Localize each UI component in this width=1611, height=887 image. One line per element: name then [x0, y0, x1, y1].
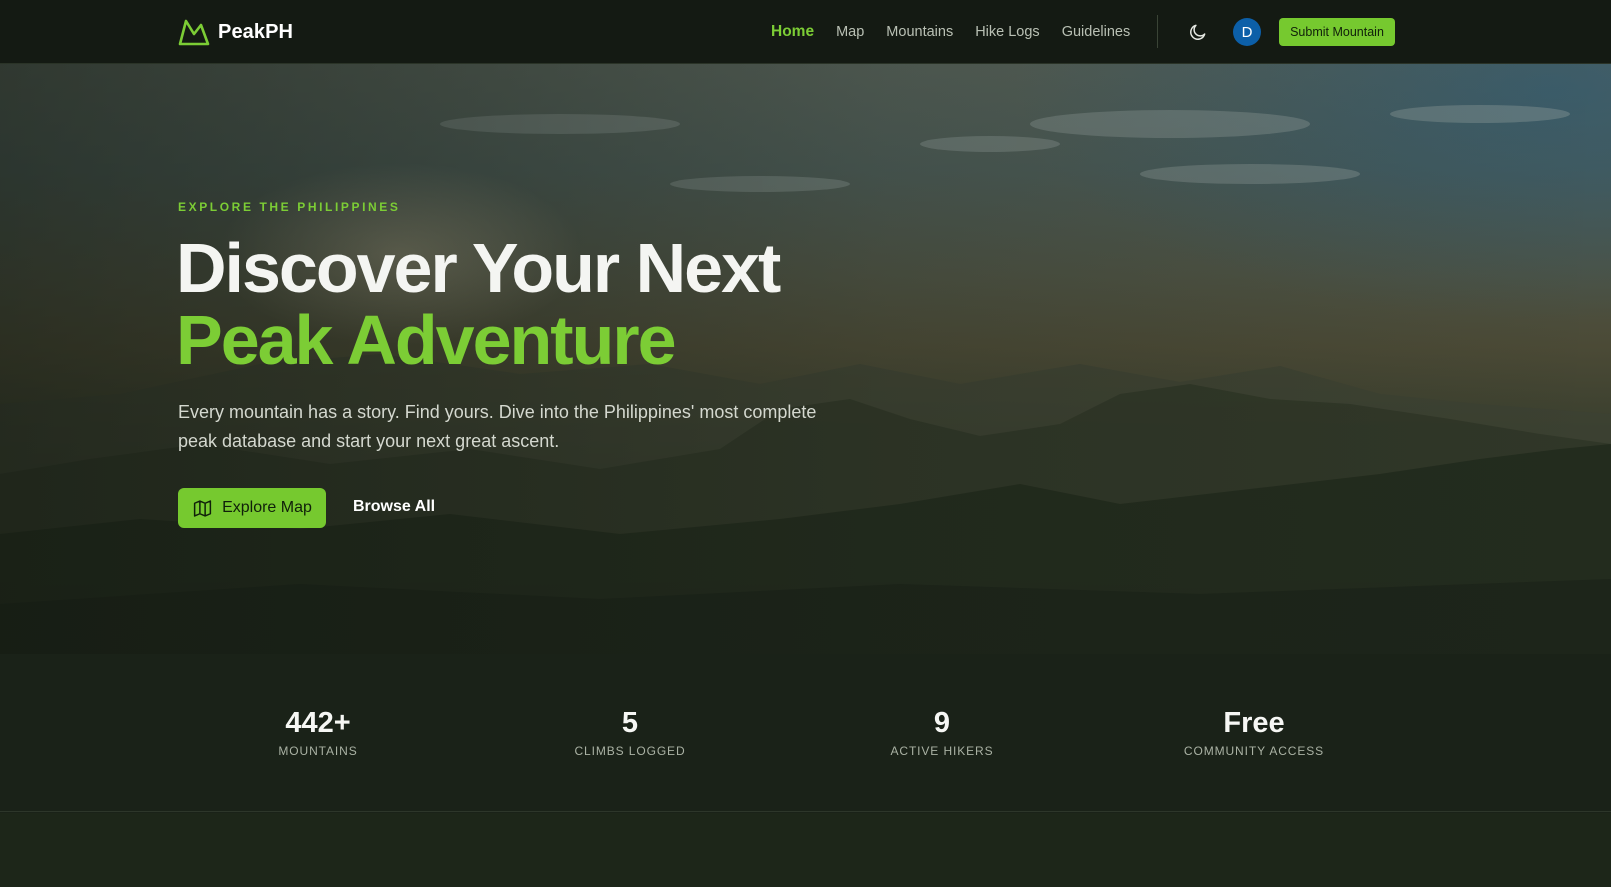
hero-subtitle: Every mountain has a story. Find yours. …: [178, 402, 817, 451]
hero-headline-line2: Peak Adventure: [176, 301, 677, 379]
brand-name: PeakPH: [218, 20, 294, 43]
user-avatar[interactable]: D: [1233, 18, 1261, 46]
moon-icon: [1190, 24, 1206, 40]
hero-headline-line1: Discover Your Next: [176, 229, 781, 307]
hero-eyebrow: EXPLORE THE PHILIPPINES: [178, 200, 401, 214]
hero-headline: Discover Your Next Peak Adventure: [176, 229, 781, 379]
browse-all-button[interactable]: Browse All: [353, 498, 435, 516]
stat-label: ACTIVE HIKERS: [890, 744, 994, 758]
nav-item-guidelines[interactable]: Guidelines: [1051, 24, 1142, 40]
nav-item-mountains[interactable]: Mountains: [875, 24, 964, 40]
stats-section: 442+ MOUNTAINS 5 CLIMBS LOGGED 9 ACTIVE …: [0, 654, 1611, 812]
stat-active-hikers: 9 ACTIVE HIKERS: [812, 706, 1072, 758]
explore-map-label: Explore Map: [222, 499, 312, 516]
stat-label: CLIMBS LOGGED: [574, 744, 686, 758]
nav-item-home[interactable]: Home: [760, 23, 825, 41]
nav-divider: [1157, 15, 1158, 48]
stat-label: MOUNTAINS: [278, 744, 358, 758]
next-section: [0, 813, 1611, 887]
main-nav: Home Map Mountains Hike Logs Guidelines: [760, 18, 1141, 46]
submit-mountain-button[interactable]: Submit Mountain: [1279, 18, 1395, 46]
top-navbar: PeakPH Home Map Mountains Hike Logs Guid…: [0, 0, 1611, 64]
stat-climbs-logged: 5 CLIMBS LOGGED: [500, 706, 760, 758]
mountain-icon: [178, 19, 210, 46]
stat-value: 9: [933, 707, 951, 739]
stat-value: 442+: [285, 707, 351, 739]
page: PeakPH Home Map Mountains Hike Logs Guid…: [0, 0, 1611, 887]
stat-label: COMMUNITY ACCESS: [1183, 744, 1325, 758]
stat-value: 5: [621, 707, 639, 739]
stat-community-access: Free COMMUNITY ACCESS: [1124, 706, 1384, 758]
nav-item-map[interactable]: Map: [825, 24, 875, 40]
nav-item-hike-logs[interactable]: Hike Logs: [964, 24, 1050, 40]
map-icon: [193, 499, 212, 517]
brand-home-link[interactable]: PeakPH: [178, 16, 293, 48]
stat-mountains: 442+ MOUNTAINS: [188, 706, 448, 758]
theme-toggle-button[interactable]: [1186, 20, 1210, 44]
stat-value: Free: [1223, 707, 1285, 739]
explore-map-button[interactable]: Explore Map: [178, 488, 326, 528]
